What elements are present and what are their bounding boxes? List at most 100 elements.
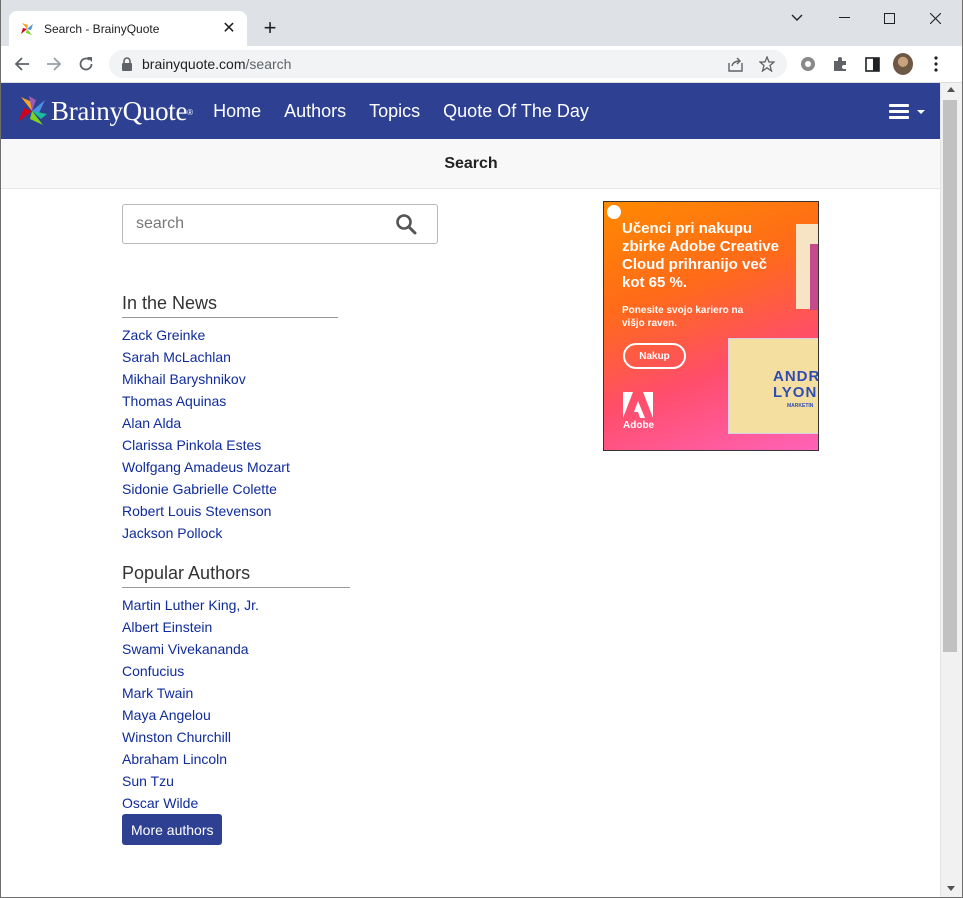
brainyquote-logo-icon — [18, 96, 47, 125]
author-link[interactable]: Martin Luther King, Jr. — [122, 597, 259, 613]
minimize-icon — [838, 17, 850, 18]
site-logo[interactable]: BrainyQuote ® — [15, 94, 193, 128]
ad-headline: Učenci pri nakupu zbirke Adobe Creative … — [622, 220, 779, 291]
list-item: Zack Greinke — [122, 324, 338, 346]
close-icon — [929, 12, 941, 24]
logo-wordmark: BrainyQuote — [51, 95, 188, 126]
ad-card-role: MARKETIN — [787, 403, 814, 409]
address-bar[interactable]: brainyquote.com/search — [109, 50, 787, 78]
author-link[interactable]: Confucius — [122, 663, 184, 679]
main-nav: Home Authors Topics Quote Of The Day — [213, 101, 612, 122]
list-item: Mikhail Baryshnikov — [122, 368, 338, 390]
logo-registered-mark: ® — [187, 108, 194, 117]
more-authors-button[interactable]: More authors — [122, 814, 223, 845]
lock-icon — [122, 57, 132, 71]
author-link[interactable]: Sun Tzu — [122, 773, 174, 789]
minimize-button[interactable] — [829, 8, 859, 28]
hamburger-icon — [889, 101, 909, 122]
list-item: Sun Tzu — [122, 770, 350, 792]
news-link[interactable]: Wolfgang Amadeus Mozart — [122, 459, 290, 475]
list-item: Maya Angelou — [122, 704, 350, 726]
back-arrow-icon — [14, 57, 29, 71]
ad-photo — [796, 224, 818, 310]
author-link[interactable]: Swami Vivekananda — [122, 641, 249, 657]
popular-authors-heading: Popular Authors — [122, 563, 350, 588]
news-link[interactable]: Thomas Aquinas — [122, 393, 226, 409]
profile-avatar[interactable] — [893, 53, 913, 75]
brainyquote-favicon-icon — [21, 22, 33, 35]
maximize-button[interactable] — [874, 8, 904, 28]
browser-window: Search - BrainyQuote ✕ + brainyquote.com… — [0, 0, 963, 898]
page-title: Search — [444, 154, 498, 172]
avatar — [893, 53, 913, 75]
news-link[interactable]: Sidonie Gabrielle Colette — [122, 481, 277, 497]
advertisement-banner[interactable]: Učenci pri nakupu zbirke Adobe Creative … — [603, 201, 819, 451]
list-item: Sarah McLachlan — [122, 346, 338, 368]
list-item: Abraham Lincoln — [122, 748, 350, 770]
news-link[interactable]: Jackson Pollock — [122, 525, 222, 541]
close-window-button[interactable] — [920, 8, 950, 28]
close-tab-icon[interactable]: ✕ — [221, 20, 237, 37]
caret-down-icon — [917, 109, 925, 114]
authors-list: Martin Luther King, Jr. Albert Einstein … — [122, 594, 350, 814]
tab-search-button[interactable] — [782, 8, 812, 28]
nav-home[interactable]: Home — [213, 101, 261, 122]
bookmark-star-icon[interactable] — [758, 55, 776, 73]
browser-tab[interactable]: Search - BrainyQuote ✕ — [9, 11, 247, 46]
in-the-news-section: In the News Zack Greinke Sarah McLachlan… — [122, 293, 338, 544]
author-link[interactable]: Oscar Wilde — [122, 795, 198, 811]
ad-cta-button[interactable]: Nakup — [623, 343, 686, 369]
extensions-puzzle-icon[interactable] — [830, 54, 850, 74]
search-icon[interactable] — [395, 213, 417, 235]
author-link[interactable]: Mark Twain — [122, 685, 193, 701]
adobe-logo-icon — [623, 392, 653, 418]
nav-authors[interactable]: Authors — [284, 101, 346, 122]
news-link[interactable]: Robert Louis Stevenson — [122, 503, 271, 519]
maximize-icon — [883, 12, 895, 24]
list-item: Robert Louis Stevenson — [122, 500, 338, 522]
list-item: Clarissa Pinkola Estes — [122, 434, 338, 456]
menu-kebab-icon[interactable] — [926, 54, 946, 74]
tab-title: Search - BrainyQuote — [44, 21, 160, 36]
author-link[interactable]: Abraham Lincoln — [122, 751, 227, 767]
list-item: Mark Twain — [122, 682, 350, 704]
forward-button[interactable] — [43, 53, 65, 75]
author-link[interactable]: Winston Churchill — [122, 729, 231, 745]
scroll-down-icon[interactable] — [947, 886, 955, 891]
in-the-news-heading: In the News — [122, 293, 338, 318]
reload-icon — [79, 57, 93, 71]
side-panel-icon[interactable] — [862, 54, 882, 74]
scroll-up-icon[interactable] — [947, 87, 955, 92]
popular-authors-section: Popular Authors Martin Luther King, Jr. … — [122, 563, 350, 814]
new-tab-button[interactable]: + — [259, 17, 281, 39]
search-input[interactable] — [136, 215, 395, 233]
reload-button[interactable] — [75, 53, 97, 75]
news-link[interactable]: Clarissa Pinkola Estes — [122, 437, 261, 453]
nav-quote-of-the-day[interactable]: Quote Of The Day — [443, 101, 589, 122]
page-viewport: BrainyQuote ® Home Authors Topics Quote … — [1, 83, 941, 897]
nav-topics[interactable]: Topics — [369, 101, 420, 122]
author-link[interactable]: Maya Angelou — [122, 707, 211, 723]
site-navbar: BrainyQuote ® Home Authors Topics Quote … — [1, 83, 941, 139]
news-link[interactable]: Mikhail Baryshnikov — [122, 371, 246, 387]
list-item: Confucius — [122, 660, 350, 682]
page-subheader: Search — [1, 139, 941, 189]
list-item: Albert Einstein — [122, 616, 350, 638]
list-item: Oscar Wilde — [122, 792, 350, 814]
news-link[interactable]: Zack Greinke — [122, 327, 205, 343]
url-host: brainyquote.com — [142, 56, 246, 72]
author-link[interactable]: Albert Einstein — [122, 619, 212, 635]
scrollbar-thumb[interactable] — [943, 100, 957, 652]
list-item: Swami Vivekananda — [122, 638, 350, 660]
search-box — [122, 204, 438, 244]
extension-gear-icon[interactable] — [798, 54, 818, 74]
ad-subtext: Ponesite svojo kariero na višjo raven. — [622, 305, 744, 329]
back-button[interactable] — [11, 53, 33, 75]
news-link[interactable]: Sarah McLachlan — [122, 349, 231, 365]
adchoices-icon[interactable] — [607, 205, 621, 219]
hamburger-menu-button[interactable] — [889, 101, 925, 122]
news-link[interactable]: Alan Alda — [122, 415, 181, 431]
vertical-scrollbar[interactable] — [940, 83, 962, 897]
ad-card-name-2: LYON — [773, 384, 818, 401]
share-icon[interactable] — [726, 55, 744, 73]
